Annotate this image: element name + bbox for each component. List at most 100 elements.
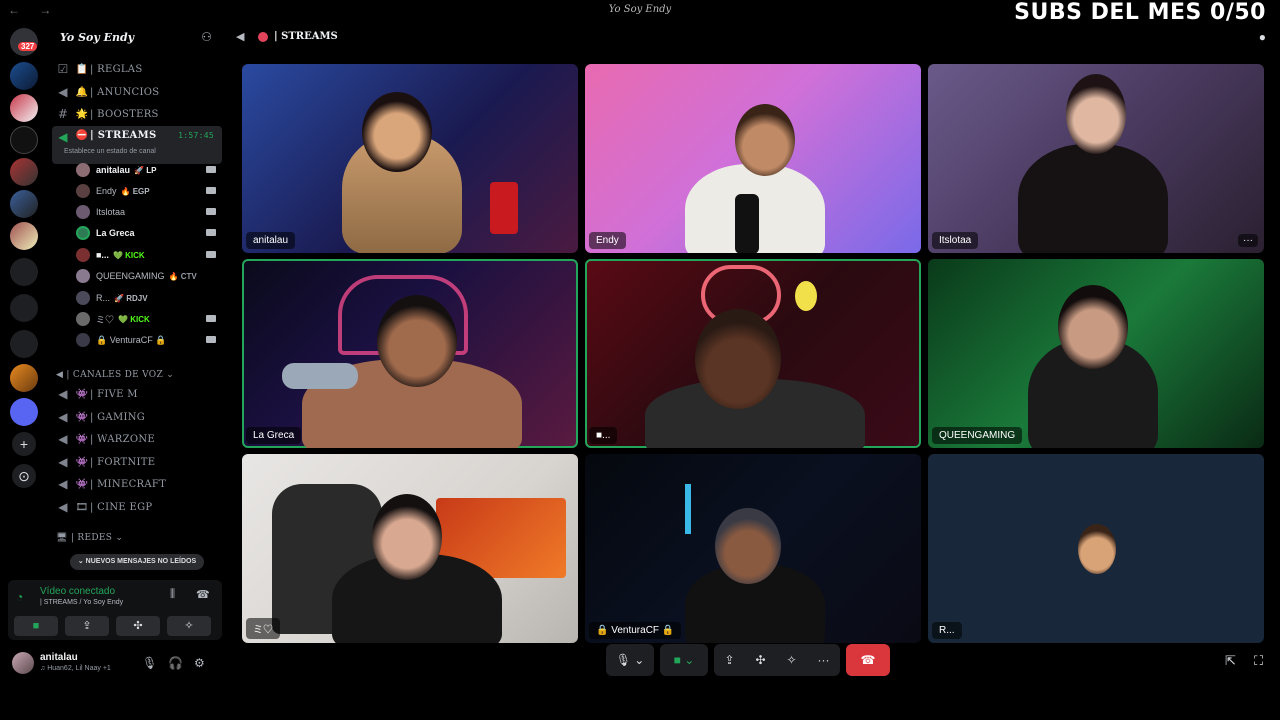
voice-user-5[interactable]: ■... 💚 KICK <box>76 245 222 265</box>
server-icon-3[interactable] <box>10 126 38 154</box>
discover-icon[interactable]: ⊙ <box>12 464 36 488</box>
voice-user-name: La Greca <box>96 228 135 238</box>
fullscreen-icon[interactable]: ⛶ <box>1254 653 1263 669</box>
screen-share-button[interactable]: ⇪ <box>65 616 109 636</box>
avatar <box>76 163 90 177</box>
microphone-icon[interactable]: 🎙 <box>142 656 157 670</box>
channel-boosters[interactable]: # 🌟 | BOOSTERS <box>52 104 222 124</box>
camera-button[interactable]: ■ <box>14 616 58 636</box>
user-activity: ♫ Huan62, Lil Naay +1 <box>40 665 111 672</box>
channel-label: | FIVE M <box>90 388 138 400</box>
video-tile-r[interactable]: R... <box>928 454 1264 643</box>
voice-user-r[interactable]: R... 🚀 RDJV <box>76 288 222 308</box>
soundboard-button[interactable]: ✧ <box>167 616 211 636</box>
avatar <box>76 269 90 283</box>
server-header[interactable]: Yo Soy Endy ⚇ <box>48 22 226 52</box>
avatar <box>76 312 90 326</box>
megaphone-icon: ◀ <box>58 85 68 99</box>
popout-icon[interactable]: ⇱ <box>1225 653 1236 669</box>
voice-channel-gaming[interactable]: ◀ 👾 | GAMING <box>52 407 222 427</box>
voice-user-venturacf[interactable]: 🔒 VenturaCF 🔒 <box>76 330 222 350</box>
more-options-icon[interactable]: ··· <box>818 653 830 667</box>
participant-name: 🔒 VenturaCF 🔒 <box>589 622 682 639</box>
voice-user-tag: 🚀 LP <box>134 165 157 175</box>
participant-face <box>735 104 795 176</box>
voice-channel-fortnite[interactable]: ◀ 👾 | FORTNITE <box>52 452 222 472</box>
video-tile-8[interactable]: ミ♡ <box>242 454 578 643</box>
channel-label: | GAMING <box>90 411 146 423</box>
video-tile-anitalau[interactable]: anitalau <box>242 64 578 253</box>
screen-share-icon[interactable]: ⇪ <box>724 653 734 667</box>
headphones-icon[interactable]: 🎧 <box>168 656 183 670</box>
channel-reglas[interactable]: ☑ 📋 | REGLAS <box>52 59 222 79</box>
camera-toggle[interactable]: ■ ⌄ <box>660 644 708 676</box>
person-add-icon[interactable]: ⚇ <box>201 30 212 44</box>
voice-channel-minecraft[interactable]: ◀ 👾 | MINECRAFT <box>52 474 222 494</box>
leave-call-button[interactable]: ☎ <box>846 644 890 676</box>
channel-emoji: 🔔 <box>75 86 89 98</box>
server-icon-1[interactable] <box>10 62 38 90</box>
signal-icon[interactable]: ◔ <box>16 590 23 604</box>
tile-more-options[interactable]: ··· <box>1238 234 1258 247</box>
voice-user-queengaming[interactable]: QUEENGAMING 🔥 CTV <box>76 266 222 286</box>
username[interactable]: anitalau <box>40 652 78 663</box>
soundboard-icon[interactable]: ✧ <box>787 653 797 667</box>
voice-channel-warzone[interactable]: ◀ 👾 | WARZONE <box>52 429 222 449</box>
participant-face <box>1066 74 1126 154</box>
server-name: Yo Soy Endy <box>60 31 135 44</box>
participant-video <box>1018 144 1168 253</box>
noise-suppression-icon[interactable]: ⫼ <box>170 588 175 601</box>
channel-label: | MINECRAFT <box>90 478 167 490</box>
video-tile-venturacf[interactable]: 🔒 VenturaCF 🔒 <box>585 454 921 643</box>
video-tile-5[interactable]: ■... <box>585 259 921 448</box>
video-tile-la-greca[interactable]: La Greca <box>242 259 578 448</box>
video-tile-itslotaa[interactable]: Itslotaa ··· <box>928 64 1264 253</box>
stage-channel-name: | STREAMS <box>274 31 338 42</box>
voice-user-la-greca[interactable]: La Greca <box>76 223 222 243</box>
server-icon-5[interactable] <box>10 190 38 218</box>
server-folder-3[interactable] <box>10 330 38 358</box>
voice-user-name: Endy <box>96 186 117 196</box>
set-channel-status[interactable]: Establece un estado de canal <box>64 148 156 155</box>
voice-user-itslotaa[interactable]: Itslotaa <box>76 202 222 222</box>
channel-label: | WARZONE <box>90 433 155 445</box>
server-icon-active[interactable] <box>10 158 38 186</box>
video-tile-endy[interactable]: Endy <box>585 64 921 253</box>
category-redes[interactable]: 🖥 | REDES ⌄ <box>56 533 123 543</box>
category-voice-channels[interactable]: ◀ | CANALES DE VOZ ⌄ <box>56 370 174 380</box>
microphone-toggle[interactable]: 🎙 ⌄ <box>606 644 654 676</box>
activities-icon[interactable]: ✣ <box>755 653 765 667</box>
settings-gear-icon[interactable]: ⚙ <box>194 656 205 670</box>
chat-bubble-icon[interactable]: ● <box>1259 30 1266 44</box>
voice-location[interactable]: | STREAMS / Yo Soy Endy <box>40 599 123 606</box>
voice-user-endy[interactable]: Endy 🔥 EGP <box>76 181 222 201</box>
video-tile-queengaming[interactable]: QUEENGAMING <box>928 259 1264 448</box>
add-server-icon[interactable]: + <box>12 432 36 456</box>
server-icon-6[interactable] <box>10 222 38 250</box>
call-controls: 🎙 ⌄ ■ ⌄ ⇪ ✣ ✧ ··· ☎ <box>606 644 890 678</box>
channel-label: | REGLAS <box>90 63 143 75</box>
avatar <box>76 291 90 305</box>
server-folder-1[interactable] <box>10 258 38 286</box>
voice-user-anitalau[interactable]: anitalau 🚀 LP <box>76 160 222 180</box>
server-icon-2[interactable] <box>10 94 38 122</box>
voice-status[interactable]: Vídeo conectado <box>40 586 115 597</box>
server-icon-fox[interactable] <box>10 364 38 392</box>
user-panel: anitalau ♫ Huan62, Lil Naay +1 🎙 🎧 ⚙ <box>8 648 222 680</box>
channel-streams-active[interactable]: ◀ ⛔ | STREAMS 1:57:45 Establece un estad… <box>52 126 222 164</box>
new-unread-messages-pill[interactable]: ⌄ NUEVOS MENSAJES NO LEÍDOS <box>70 554 204 570</box>
channel-emoji: 👾 <box>75 388 89 400</box>
avatar[interactable] <box>12 652 34 674</box>
participant-name: anitalau <box>246 232 296 249</box>
activities-button[interactable]: ✣ <box>116 616 160 636</box>
voice-channel-five-m[interactable]: ◀ 👾 | FIVE M <box>52 384 222 404</box>
speaker-icon: ◀ <box>58 130 68 144</box>
server-icon-8[interactable] <box>10 398 38 426</box>
voice-user-8[interactable]: ミ♡ 💚 KICK <box>76 309 222 329</box>
disconnect-icon[interactable]: ☎ <box>196 588 210 601</box>
channel-anuncios[interactable]: ◀ 🔔 | ANUNCIOS <box>52 82 222 102</box>
voice-user-tag: 💚 KICK <box>112 250 145 260</box>
speaker-icon: ◀ <box>58 477 68 491</box>
server-folder-2[interactable] <box>10 294 38 322</box>
voice-channel-cine-egp[interactable]: ◀ 🎞 | CINE EGP <box>52 497 222 517</box>
